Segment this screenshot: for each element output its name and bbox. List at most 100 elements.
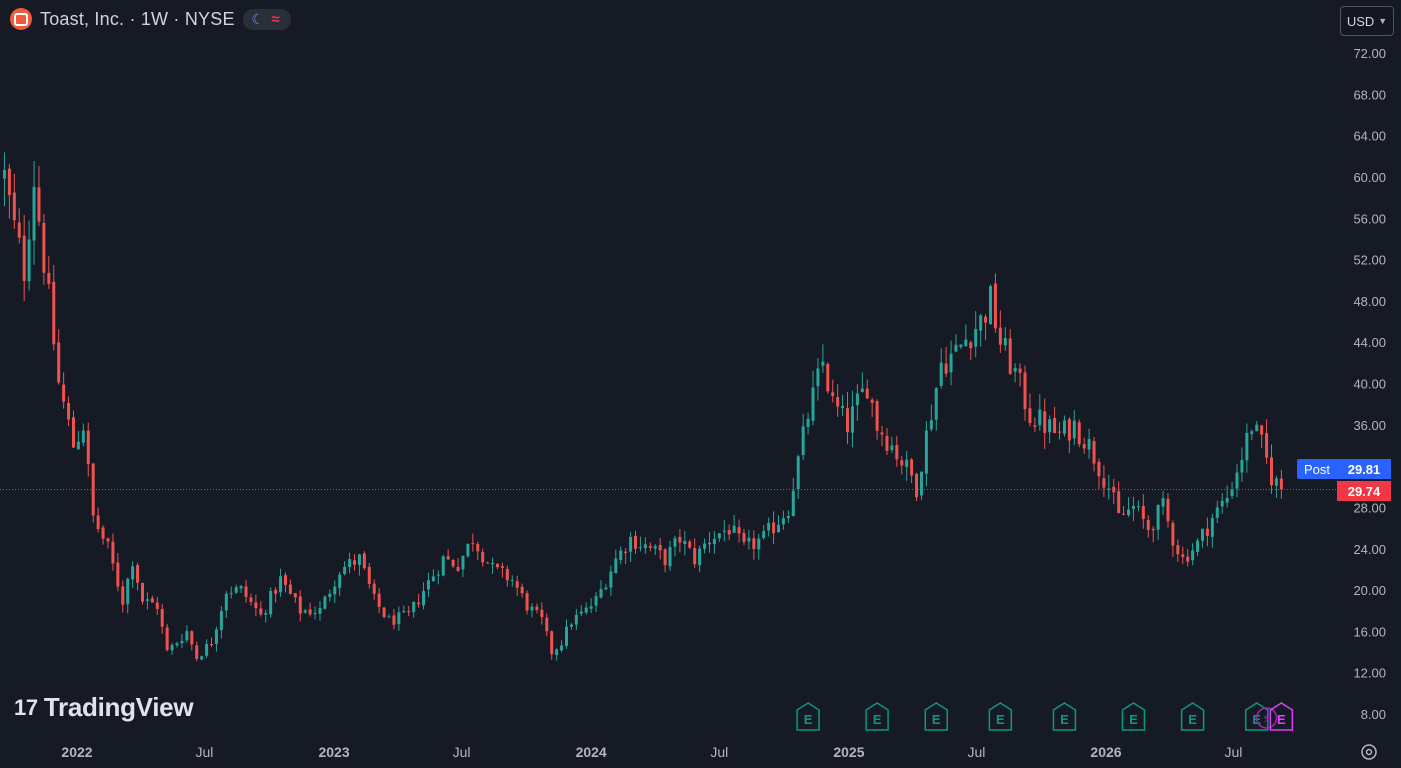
candle[interactable]: [757, 533, 761, 560]
candle[interactable]: [594, 592, 598, 613]
candle[interactable]: [7, 164, 11, 219]
candle[interactable]: [870, 397, 874, 417]
candle[interactable]: [515, 575, 519, 597]
candle[interactable]: [1245, 423, 1249, 473]
price-chart[interactable]: 8.00 12.00 16.00 20.00 24.00 28.00 36.00 40.00 4…: [0, 0, 1401, 768]
candle[interactable]: [200, 655, 204, 661]
candle[interactable]: [525, 590, 529, 615]
candle[interactable]: [998, 310, 1002, 353]
candle[interactable]: [993, 273, 997, 333]
candle[interactable]: [195, 641, 199, 662]
candle[interactable]: [446, 549, 450, 561]
candle[interactable]: [929, 404, 933, 432]
candle[interactable]: [836, 384, 840, 417]
candle[interactable]: [2, 152, 6, 207]
candle[interactable]: [924, 420, 928, 487]
candle[interactable]: [737, 519, 741, 543]
candle[interactable]: [481, 548, 485, 567]
candle[interactable]: [944, 346, 948, 378]
earnings-marker[interactable]: E: [1180, 702, 1205, 731]
candle[interactable]: [367, 563, 371, 589]
candle[interactable]: [1023, 365, 1027, 421]
candle[interactable]: [180, 633, 184, 649]
candle[interactable]: [1186, 549, 1190, 567]
symbol-title[interactable]: Toast, Inc. · 1W · NYSE: [40, 9, 235, 30]
settings-icon[interactable]: [1361, 744, 1377, 760]
candle[interactable]: [796, 454, 800, 499]
candle[interactable]: [1131, 496, 1135, 522]
candle[interactable]: [510, 575, 514, 587]
candle[interactable]: [584, 602, 588, 615]
candle[interactable]: [934, 387, 938, 431]
candle[interactable]: [505, 565, 509, 587]
tradingview-watermark[interactable]: 17 TradingView: [14, 692, 194, 723]
candle[interactable]: [348, 552, 352, 574]
candle[interactable]: [165, 623, 169, 652]
currency-select[interactable]: USD ▼: [1340, 6, 1394, 36]
candle[interactable]: [1003, 327, 1007, 351]
earnings-marker[interactable]: E: [924, 702, 949, 731]
candle[interactable]: [150, 595, 154, 603]
candle[interactable]: [1200, 528, 1204, 548]
candle[interactable]: [747, 529, 751, 550]
candle[interactable]: [668, 540, 672, 571]
candle[interactable]: [629, 532, 633, 562]
candle[interactable]: [890, 436, 894, 453]
candle[interactable]: [214, 626, 218, 652]
candle[interactable]: [964, 324, 968, 347]
earnings-marker[interactable]: E: [1052, 702, 1077, 731]
candle[interactable]: [37, 166, 41, 227]
candle[interactable]: [141, 582, 145, 605]
candle[interactable]: [279, 568, 283, 597]
candle[interactable]: [1151, 526, 1155, 543]
candle[interactable]: [210, 637, 214, 648]
candle[interactable]: [486, 561, 490, 564]
candle[interactable]: [1082, 437, 1086, 454]
candle[interactable]: [1033, 417, 1037, 432]
earnings-marker[interactable]: E: [1121, 702, 1146, 731]
candle[interactable]: [42, 213, 46, 285]
candle[interactable]: [52, 264, 56, 351]
candle[interactable]: [875, 399, 879, 440]
candle[interactable]: [402, 605, 406, 614]
candle[interactable]: [634, 530, 638, 554]
candle[interactable]: [1255, 420, 1259, 432]
candle[interactable]: [1136, 500, 1140, 512]
candle[interactable]: [362, 551, 366, 571]
candle[interactable]: [96, 507, 100, 533]
candle[interactable]: [545, 613, 549, 637]
candle[interactable]: [919, 471, 923, 501]
candle[interactable]: [821, 344, 825, 373]
candle[interactable]: [643, 537, 647, 554]
candle[interactable]: [678, 529, 682, 553]
candle[interactable]: [905, 450, 909, 481]
candle[interactable]: [62, 372, 66, 409]
candle[interactable]: [377, 587, 381, 613]
candle[interactable]: [422, 582, 426, 610]
candle[interactable]: [500, 562, 504, 578]
candle[interactable]: [1191, 543, 1195, 566]
candle[interactable]: [1270, 444, 1274, 494]
candle[interactable]: [185, 625, 189, 643]
candle[interactable]: [1166, 493, 1170, 528]
candle[interactable]: [550, 630, 554, 660]
candle[interactable]: [456, 558, 460, 572]
candle[interactable]: [673, 535, 677, 557]
candle[interactable]: [1127, 497, 1131, 517]
candle[interactable]: [806, 412, 810, 435]
candle[interactable]: [27, 220, 31, 291]
candle[interactable]: [333, 580, 337, 604]
candle[interactable]: [712, 531, 716, 554]
earnings-marker[interactable]: E: [988, 702, 1013, 731]
candle[interactable]: [76, 430, 80, 450]
candle[interactable]: [609, 565, 613, 596]
candle[interactable]: [1141, 494, 1145, 529]
candle[interactable]: [1225, 485, 1229, 508]
earnings-marker[interactable]: E: [796, 702, 820, 731]
candle[interactable]: [742, 528, 746, 546]
candle[interactable]: [1230, 481, 1234, 499]
candle[interactable]: [303, 608, 307, 614]
candle[interactable]: [274, 587, 278, 603]
candle[interactable]: [407, 605, 411, 617]
candle[interactable]: [412, 601, 416, 618]
